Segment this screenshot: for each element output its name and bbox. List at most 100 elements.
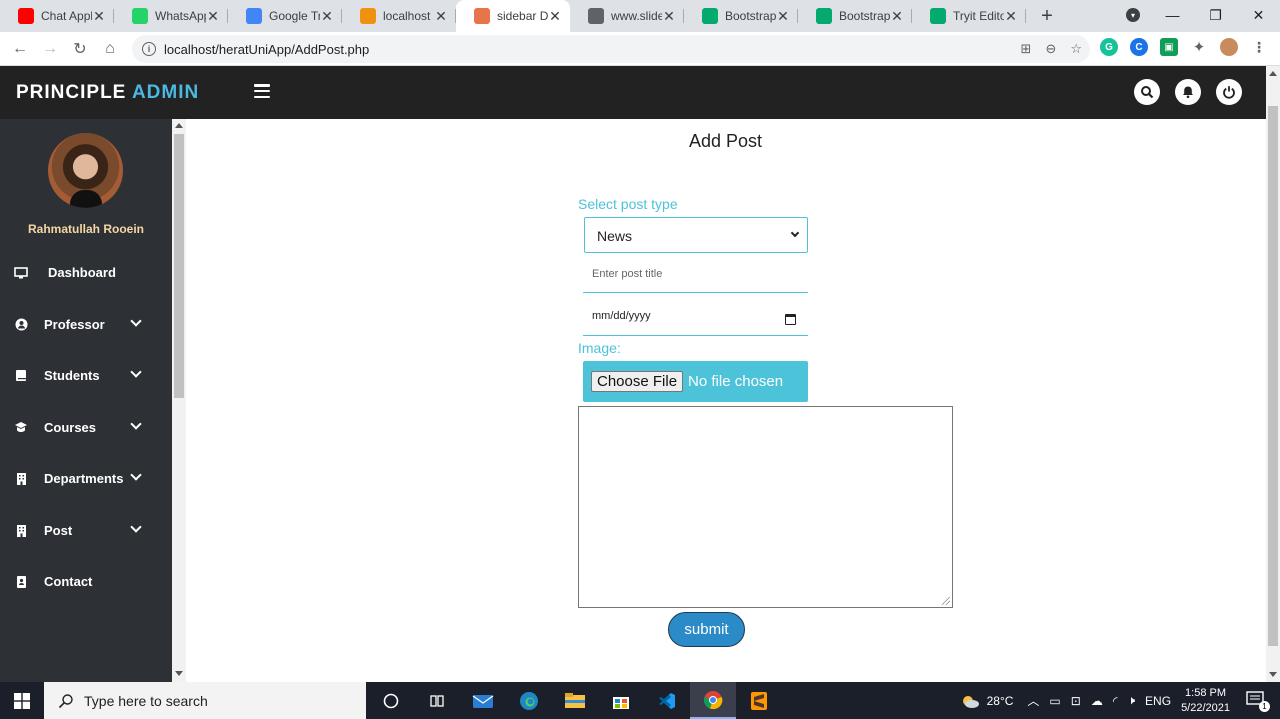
hamburger-menu-icon[interactable] — [254, 83, 270, 99]
close-tab-icon[interactable]: ✕ — [548, 8, 562, 25]
extensions-bar: G C ▣ ✦ ⋮ — [1100, 38, 1268, 56]
wifi-icon[interactable]: ◜ — [1113, 694, 1118, 708]
sidebar-item-courses[interactable]: Courses — [0, 402, 172, 454]
close-tab-icon[interactable]: ✕ — [890, 8, 904, 25]
address-bar[interactable]: i localhost/heratUniApp/AddPost.php ⊞ ⊖ … — [132, 35, 1090, 63]
search-icon[interactable] — [1134, 79, 1160, 105]
task-view-icon[interactable] — [414, 682, 460, 719]
home-icon[interactable]: ⌂ — [95, 40, 125, 58]
browser-toolbar: ← → ↻ ⌂ i localhost/heratUniApp/AddPost.… — [0, 32, 1280, 66]
avatar — [48, 133, 123, 208]
zoom-icon[interactable]: ⊖ — [1045, 41, 1056, 57]
minimize-button[interactable]: — — [1151, 0, 1194, 30]
reload-icon[interactable]: ↻ — [65, 39, 95, 59]
image-file-input[interactable]: Choose File No file chosen — [583, 361, 808, 402]
restore-button[interactable]: ❐ — [1194, 0, 1237, 30]
tab-search-icon[interactable]: ▾ — [1126, 8, 1140, 22]
post-title-placeholder: Enter post title — [592, 268, 663, 280]
post-title-input[interactable]: Enter post title — [583, 268, 808, 293]
vscode-icon[interactable] — [644, 682, 690, 719]
extension-c-icon[interactable]: C — [1130, 38, 1148, 56]
onedrive-icon[interactable]: ☁ — [1091, 694, 1103, 708]
browser-tab[interactable]: WhatsApp ✕ — [114, 0, 228, 32]
extensions-puzzle-icon[interactable]: ✦ — [1190, 38, 1208, 56]
sublime-text-icon[interactable] — [736, 682, 782, 719]
close-tab-icon[interactable]: ✕ — [662, 8, 676, 25]
close-tab-icon[interactable]: ✕ — [776, 8, 790, 25]
volume-icon[interactable]: 🕨 — [1127, 693, 1135, 708]
translate-icon[interactable]: ⊞ — [1021, 41, 1032, 57]
language-indicator[interactable]: ENG — [1145, 694, 1171, 708]
browser-tab[interactable]: Chat Applic✕ — [0, 0, 114, 32]
edge-icon[interactable] — [506, 682, 552, 719]
taskbar-clock[interactable]: 1:58 PM 5/22/2021 — [1181, 686, 1230, 716]
browser-tab[interactable]: localhost / ✕ — [342, 0, 456, 32]
chevron-down-icon[interactable] — [130, 417, 142, 430]
back-icon[interactable]: ← — [5, 40, 35, 58]
mail-icon[interactable] — [460, 682, 506, 719]
bookmark-star-icon[interactable]: ☆ — [1070, 41, 1082, 57]
sidebar-scrollbar[interactable] — [172, 119, 186, 682]
whatsapp-icon — [132, 8, 148, 24]
close-tab-icon[interactable]: ✕ — [92, 8, 106, 25]
power-icon[interactable] — [1216, 79, 1242, 105]
post-date-input[interactable]: mm/dd/yyyy — [583, 310, 808, 336]
sidebar-item-contact[interactable]: Contact — [0, 556, 172, 608]
choose-file-button[interactable]: Choose File — [591, 371, 684, 392]
browser-tab[interactable]: www.slides✕ — [570, 0, 684, 32]
cortana-icon[interactable] — [368, 682, 414, 719]
forward-icon[interactable]: → — [35, 40, 65, 58]
sidebar-item-professor[interactable]: Professor — [0, 299, 172, 351]
chevron-up-icon[interactable]: ︿ — [1027, 692, 1039, 709]
bell-icon[interactable] — [1175, 79, 1201, 105]
file-explorer-icon[interactable] — [552, 682, 598, 719]
browser-menu-icon[interactable]: ⋮ — [1250, 38, 1268, 56]
sidebar-item-post[interactable]: Post — [0, 505, 172, 557]
sidebar-item-students[interactable]: Students — [0, 350, 172, 402]
chevron-down-icon[interactable] — [130, 314, 142, 327]
usb-icon[interactable]: ⊡ — [1071, 694, 1081, 708]
store-icon[interactable] — [598, 682, 644, 719]
site-info-icon[interactable]: i — [142, 42, 156, 56]
close-tab-icon[interactable]: ✕ — [320, 8, 334, 25]
battery-icon[interactable]: ▭ — [1049, 694, 1060, 708]
brand-logo[interactable]: PRINCIPLE ADMIN — [16, 82, 199, 104]
sidebar-item-dashboard[interactable]: Dashboard — [0, 247, 172, 299]
close-tab-icon[interactable]: ✕ — [206, 8, 220, 25]
weather-temp[interactable]: 28°C — [987, 694, 1014, 708]
sidebar-scroll-thumb[interactable] — [174, 134, 184, 398]
chrome-icon[interactable] — [690, 682, 736, 719]
browser-tab[interactable]: Google Tra✕ — [228, 0, 342, 32]
chevron-down-icon[interactable] — [130, 520, 142, 533]
browser-tab[interactable]: Tryit Editor✕ — [912, 0, 1026, 32]
notification-center-icon[interactable]: 1 — [1246, 691, 1270, 712]
chevron-down-icon[interactable] — [130, 366, 142, 378]
weather-icon[interactable] — [959, 693, 981, 709]
new-tab-button[interactable]: + — [1032, 0, 1062, 32]
clock-time: 1:58 PM — [1185, 686, 1227, 699]
page-scroll-thumb[interactable] — [1268, 106, 1278, 646]
close-tab-icon[interactable]: ✕ — [434, 8, 448, 25]
close-tab-icon[interactable]: ✕ — [1004, 8, 1018, 25]
browser-tab[interactable]: sidebar Da✕ — [456, 0, 570, 32]
tab-title: localhost / — [383, 9, 434, 23]
sidebar-item-departments[interactable]: Departments — [0, 453, 172, 505]
calendar-icon[interactable] — [785, 314, 796, 325]
page-scrollbar[interactable] — [1266, 66, 1280, 682]
window-controls: — ❐ ✕ — [1151, 0, 1280, 30]
grammarly-icon[interactable]: G — [1100, 38, 1118, 56]
post-type-select[interactable]: News — [584, 217, 808, 253]
windows-start-icon[interactable] — [0, 682, 44, 719]
chevron-down-icon — [790, 228, 800, 238]
submit-button[interactable]: submit — [668, 612, 745, 647]
browser-tab[interactable]: Bootstrap ✕ — [684, 0, 798, 32]
browser-tab[interactable]: Bootstrap ✕ — [798, 0, 912, 32]
chevron-down-icon[interactable] — [130, 469, 142, 481]
resize-handle-icon[interactable] — [942, 597, 950, 605]
google-translate-icon — [246, 8, 262, 24]
post-body-textarea[interactable] — [578, 406, 953, 608]
taskbar-search-box[interactable]: Type here to search — [44, 682, 366, 719]
screen-capture-icon[interactable]: ▣ — [1160, 38, 1178, 56]
close-window-button[interactable]: ✕ — [1237, 0, 1280, 30]
profile-avatar-icon[interactable] — [1220, 38, 1238, 56]
